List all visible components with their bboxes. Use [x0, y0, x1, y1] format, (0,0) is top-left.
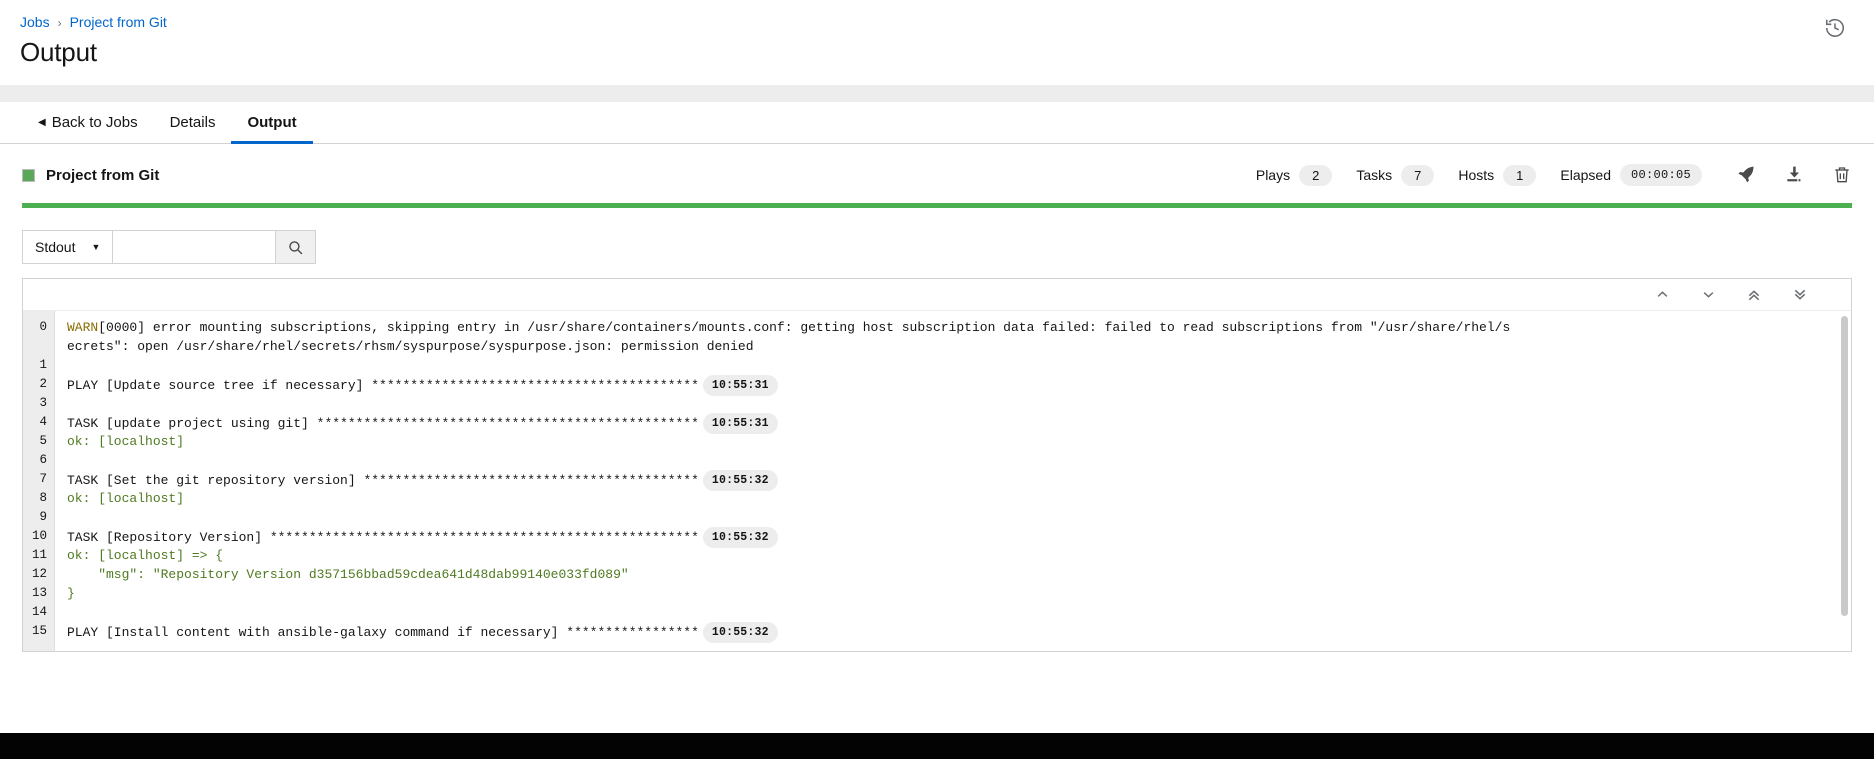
line-timestamp: 10:55:32	[702, 470, 778, 491]
console-line: ok: [localhost] => {	[67, 548, 224, 563]
line-timestamp: 10:55:31	[702, 413, 778, 434]
back-caret-icon: ◀	[38, 116, 46, 128]
stat-tasks-label: Tasks	[1356, 167, 1393, 183]
console-line: TASK [Set the git repository version] **…	[67, 470, 1851, 491]
search-input[interactable]	[113, 230, 277, 264]
line-number-gutter: 0 1 2 3 4 5 6 7 8 9 10 11 12 13 14 15	[23, 311, 55, 651]
line-number: 11	[31, 548, 47, 562]
page-header: Jobs › Project from Git Output	[0, 0, 1874, 85]
download-icon[interactable]	[1784, 165, 1804, 185]
scroll-next-icon[interactable]	[1685, 287, 1731, 302]
job-panel: Project from Git Plays 2 Tasks 7 Hosts 1…	[0, 144, 1874, 652]
line-number: 1	[39, 358, 47, 372]
tab-details-label: Details	[169, 113, 216, 131]
stat-hosts: Hosts 1	[1458, 164, 1537, 186]
line-number: 14	[31, 605, 47, 619]
stat-tasks: Tasks 7	[1356, 164, 1435, 186]
job-name: Project from Git	[46, 166, 160, 184]
line-number: 7	[39, 472, 47, 486]
line-number: 2	[39, 377, 47, 391]
tab-details[interactable]: Details	[154, 103, 232, 144]
console-line: TASK [Repository Version] **************…	[67, 527, 1851, 548]
breadcrumb-separator: ›	[57, 16, 62, 30]
page-title: Output	[20, 37, 97, 67]
stat-elapsed: Elapsed 00:00:05	[1560, 164, 1702, 186]
console-line: "msg": "Repository Version d357156bbad59…	[67, 567, 629, 582]
tab-back-to-jobs-label: Back to Jobs	[51, 113, 138, 131]
line-number: 13	[31, 586, 47, 600]
console-nav-toolbar	[23, 279, 1851, 311]
stat-elapsed-value: 00:00:05	[1619, 164, 1702, 186]
console-line: TASK [update project using git] ********…	[67, 413, 1851, 434]
line-number: 5	[39, 434, 47, 448]
stat-plays: Plays 2	[1255, 164, 1333, 186]
scroll-first-icon[interactable]	[1731, 287, 1777, 303]
console-scrollbar[interactable]	[1841, 316, 1848, 616]
line-number: 10	[31, 529, 47, 543]
relaunch-icon[interactable]	[1736, 165, 1756, 185]
stat-hosts-label: Hosts	[1458, 167, 1495, 183]
line-number: 0	[39, 320, 47, 334]
console-line: PLAY [Update source tree if necessary] *…	[67, 375, 1851, 396]
breadcrumb-jobs-link[interactable]: Jobs	[20, 14, 50, 30]
job-stats: Plays 2 Tasks 7 Hosts 1 Elapsed 00:00:05	[1232, 164, 1852, 186]
output-toolbar: Stdout ▼	[22, 208, 1852, 278]
line-number: 3	[39, 396, 47, 410]
bottom-bar	[0, 733, 1874, 759]
stat-plays-label: Plays	[1255, 167, 1291, 183]
breadcrumb-current-link[interactable]: Project from Git	[70, 14, 167, 30]
tab-back-to-jobs[interactable]: ◀ Back to Jobs	[22, 103, 154, 144]
console-line: ok: [localhost]	[67, 434, 185, 449]
console-body[interactable]: 0 1 2 3 4 5 6 7 8 9 10 11 12 13 14 15 WARN[0000] error …	[23, 311, 1851, 651]
stat-elapsed-label: Elapsed	[1560, 167, 1611, 183]
console-line: ok: [localhost]	[67, 491, 185, 506]
chevron-down-icon: ▼	[91, 242, 101, 252]
scroll-last-icon[interactable]	[1777, 287, 1823, 303]
line-number: 12	[31, 567, 47, 581]
scroll-previous-icon[interactable]	[1639, 287, 1685, 302]
stat-tasks-value: 7	[1401, 164, 1435, 186]
tab-output-label: Output	[247, 113, 297, 131]
line-timestamp: 10:55:32	[702, 622, 778, 643]
line-number: 4	[39, 415, 47, 429]
job-status-indicator	[22, 168, 35, 182]
output-console: 0 1 2 3 4 5 6 7 8 9 10 11 12 13 14 15 WARN[0000] error …	[22, 278, 1852, 652]
breadcrumb: Jobs › Project from Git	[20, 12, 1854, 33]
history-icon[interactable]	[1824, 17, 1846, 39]
line-number: 9	[39, 510, 47, 524]
line-number: 6	[39, 453, 47, 467]
delete-icon[interactable]	[1832, 165, 1852, 185]
console-line: PLAY [Install content with ansible-galax…	[67, 622, 1851, 643]
console-line: WARN[0000] error mounting subscriptions,…	[67, 320, 1511, 354]
stdout-filter-label: Stdout	[35, 239, 76, 255]
line-number: 15	[31, 624, 47, 638]
line-number: 8	[39, 491, 47, 505]
tab-bar: ◀ Back to Jobs Details Output	[0, 102, 1874, 144]
tab-output[interactable]: Output	[231, 103, 313, 144]
line-timestamp: 10:55:32	[702, 527, 778, 548]
search-button[interactable]	[276, 230, 317, 264]
stat-hosts-value: 1	[1503, 164, 1537, 186]
stat-plays-value: 2	[1299, 164, 1333, 186]
console-line: }	[67, 586, 75, 601]
console-output-text: WARN[0000] error mounting subscriptions,…	[55, 311, 1851, 651]
header-divider	[0, 85, 1874, 102]
job-header: Project from Git Plays 2 Tasks 7 Hosts 1…	[22, 144, 1852, 200]
stdout-filter-select[interactable]: Stdout ▼	[22, 230, 114, 264]
line-timestamp: 10:55:31	[702, 375, 778, 396]
